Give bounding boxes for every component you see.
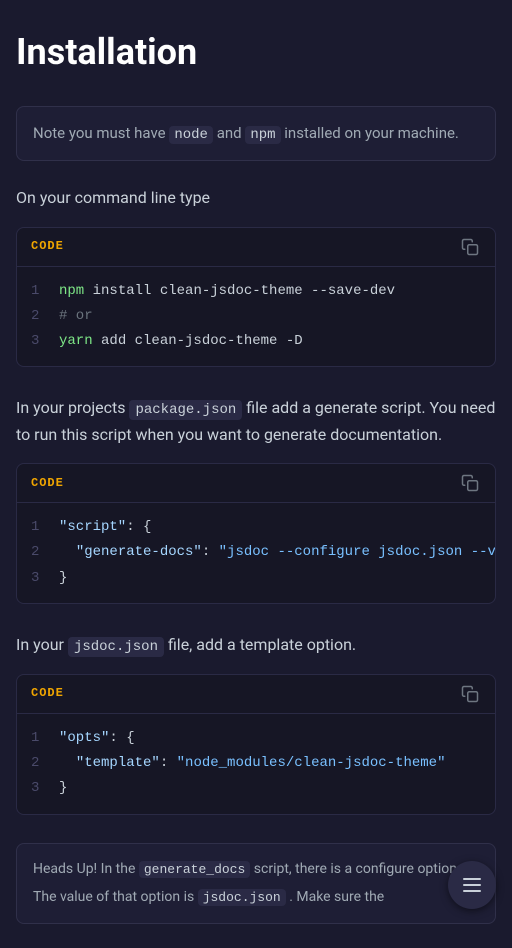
code-block-3: CODE 1 "opts": { 2 "template": "node_mod… bbox=[16, 674, 496, 815]
copy-button-3[interactable] bbox=[459, 683, 481, 705]
section2-text: In your projects package.json file add a… bbox=[16, 395, 496, 447]
section1-text: On your command line type bbox=[16, 185, 496, 211]
note-and-text: and bbox=[217, 124, 242, 142]
code-line: 1 "opts": { bbox=[31, 726, 481, 751]
section3-code: jsdoc.json bbox=[68, 637, 164, 657]
code-body-2: 1 "script": { 2 "generate-docs": "jsdoc … bbox=[17, 503, 495, 603]
heads-up-text-2: The value of that option is jsdoc.json .… bbox=[33, 886, 479, 909]
copy-icon-3 bbox=[461, 685, 479, 703]
code-header-3: CODE bbox=[17, 675, 495, 714]
code-line: 2 # or bbox=[31, 304, 481, 329]
copy-icon-1 bbox=[461, 238, 479, 256]
code-line: 3 } bbox=[31, 566, 481, 591]
copy-button-1[interactable] bbox=[459, 236, 481, 258]
menu-icon-line3 bbox=[463, 890, 481, 892]
code-line: 3 yarn add clean-jsdoc-theme -D bbox=[31, 329, 481, 354]
note-text-before: Note you must have bbox=[33, 124, 166, 142]
copy-icon-2 bbox=[461, 474, 479, 492]
section2-code: package.json bbox=[129, 400, 242, 420]
note-code-npm: npm bbox=[245, 126, 280, 144]
menu-icon-line2 bbox=[463, 884, 481, 886]
menu-fab-button[interactable] bbox=[448, 861, 496, 909]
code-label-1: CODE bbox=[31, 237, 64, 256]
code-line: 2 "template": "node_modules/clean-jsdoc-… bbox=[31, 751, 481, 776]
copy-button-2[interactable] bbox=[459, 472, 481, 494]
heads-up-box: Heads Up! In the generate_docs script, t… bbox=[16, 843, 496, 925]
page-title: Installation bbox=[16, 24, 496, 82]
code-line: 2 "generate-docs": "jsdoc --configure js… bbox=[31, 540, 481, 565]
code-header-1: CODE bbox=[17, 228, 495, 267]
heads-up-code-1: generate_docs bbox=[139, 861, 250, 878]
menu-icon-line1 bbox=[463, 878, 481, 880]
section3-text: In your jsdoc.json file, add a template … bbox=[16, 632, 496, 658]
note-code-node: node bbox=[169, 126, 213, 144]
code-block-1: CODE 1 npm install clean-jsdoc-theme --s… bbox=[16, 227, 496, 368]
code-body-1: 1 npm install clean-jsdoc-theme --save-d… bbox=[17, 267, 495, 367]
code-body-3: 1 "opts": { 2 "template": "node_modules/… bbox=[17, 714, 495, 814]
code-line: 3 } bbox=[31, 776, 481, 801]
code-label-3: CODE bbox=[31, 684, 64, 703]
heads-up-code-2: jsdoc.json bbox=[198, 889, 286, 906]
note-box: Note you must have node and npm installe… bbox=[16, 106, 496, 161]
code-block-2: CODE 1 "script": { 2 "generate-docs": "j… bbox=[16, 463, 496, 604]
code-line: 1 npm install clean-jsdoc-theme --save-d… bbox=[31, 279, 481, 304]
code-header-2: CODE bbox=[17, 464, 495, 503]
heads-up-text-1: Heads Up! In the generate_docs script, t… bbox=[33, 858, 479, 881]
code-label-2: CODE bbox=[31, 474, 64, 493]
code-line: 1 "script": { bbox=[31, 515, 481, 540]
